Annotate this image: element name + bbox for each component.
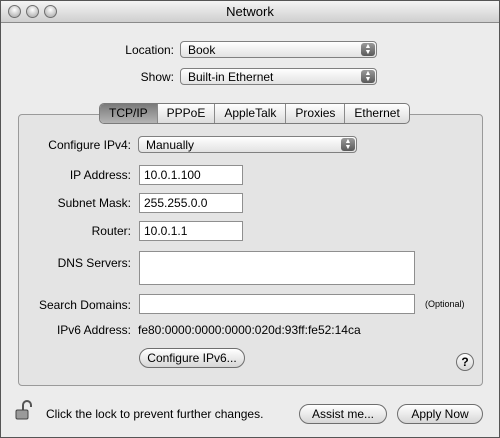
subnet-mask-field[interactable]: 255.255.0.0 <box>139 193 243 213</box>
help-icon[interactable]: ? <box>456 353 474 371</box>
tab-panel <box>18 114 483 386</box>
assist-me-button[interactable]: Assist me... <box>299 404 387 424</box>
popup-arrows-icon: ▲ ▼ <box>361 70 375 83</box>
tab-bar: TCP/IP PPPoE AppleTalk Proxies Ethernet <box>99 103 410 124</box>
tab-pppoe[interactable]: PPPoE <box>158 104 216 123</box>
configure-ipv4-value: Manually <box>146 138 195 152</box>
tab-appletalk[interactable]: AppleTalk <box>215 104 287 123</box>
popup-arrows-icon: ▲ ▼ <box>361 43 375 56</box>
configure-ipv4-label: Configure IPv4: <box>48 138 131 152</box>
show-value: Built-in Ethernet <box>188 70 274 84</box>
lock-open-icon[interactable] <box>14 399 36 421</box>
location-label: Location: <box>125 43 174 57</box>
optional-hint: (Optional) <box>425 299 465 309</box>
tab-ethernet[interactable]: Ethernet <box>345 104 408 123</box>
show-popup[interactable]: Built-in Ethernet ▲ ▼ <box>180 68 377 85</box>
dns-servers-label: DNS Servers: <box>57 256 131 270</box>
configure-ipv6-button[interactable]: Configure IPv6... <box>139 348 245 368</box>
location-value: Book <box>188 43 216 57</box>
tab-proxies[interactable]: Proxies <box>286 104 346 123</box>
network-window: Network Location: Book ▲ ▼ Show: Built-in… <box>0 0 500 438</box>
title-bar[interactable]: Network <box>1 1 499 23</box>
lock-text: Click the lock to prevent further change… <box>46 407 264 421</box>
router-field[interactable]: 10.0.1.1 <box>139 221 243 241</box>
popup-arrows-icon: ▲ ▼ <box>341 138 355 151</box>
search-domains-field[interactable] <box>139 294 415 314</box>
apply-now-button[interactable]: Apply Now <box>397 404 483 424</box>
router-label: Router: <box>91 224 131 238</box>
subnet-mask-label: Subnet Mask: <box>57 196 131 210</box>
window-title: Network <box>226 4 274 19</box>
show-label: Show: <box>140 70 174 84</box>
ip-address-label: IP Address: <box>69 168 131 182</box>
configure-ipv4-popup[interactable]: Manually ▲ ▼ <box>138 136 357 153</box>
ipv6-address-value: fe80:0000:0000:0000:020d:93ff:fe52:14ca <box>138 323 361 337</box>
tab-tcpip[interactable]: TCP/IP <box>100 104 158 123</box>
dns-servers-field[interactable] <box>139 251 415 285</box>
location-popup[interactable]: Book ▲ ▼ <box>180 41 377 58</box>
ipv6-address-label: IPv6 Address: <box>56 323 131 337</box>
ip-address-field[interactable]: 10.0.1.100 <box>139 165 243 185</box>
search-domains-label: Search Domains: <box>38 298 131 312</box>
